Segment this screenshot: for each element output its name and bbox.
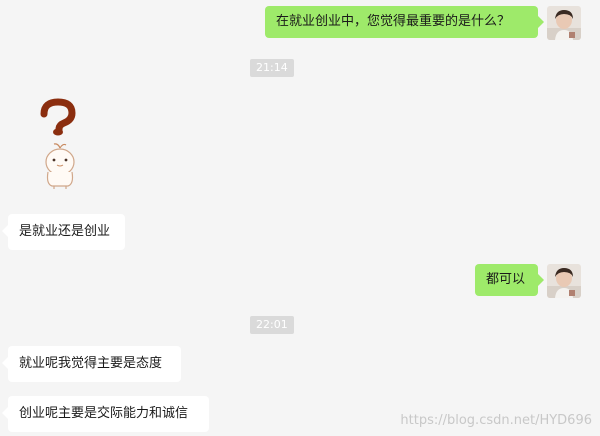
message-text: 都可以 — [486, 272, 526, 287]
timestamp-badge: 21:14 — [250, 59, 294, 77]
my-message-bubble[interactable]: 在就业创业中，您觉得最重要的是什么？ — [265, 6, 544, 38]
user-avatar-icon — [547, 264, 581, 298]
message-text: 创业呢主要是交际能力和诚信 — [19, 406, 189, 421]
chat-area: 在就业创业中，您觉得最重要的是什么？ 21:14 是就业还是创业 都可以 22:… — [0, 0, 600, 436]
their-message-bubble[interactable]: 创业呢主要是交际能力和诚信 — [2, 396, 209, 432]
their-message-bubble[interactable]: 就业呢我觉得主要是态度 — [2, 346, 181, 382]
watermark: https://blog.csdn.net/HYD696 — [400, 413, 592, 428]
timestamp-text: 21:14 — [256, 61, 288, 74]
user-avatar-icon — [547, 6, 581, 40]
question-mark-sticker[interactable] — [28, 96, 98, 192]
question-sticker-icon — [40, 98, 76, 189]
message-text: 就业呢我觉得主要是态度 — [19, 356, 163, 371]
avatar[interactable] — [547, 264, 581, 298]
their-message-bubble[interactable]: 是就业还是创业 — [2, 214, 125, 250]
avatar[interactable] — [547, 6, 581, 40]
timestamp-text: 22:01 — [256, 318, 288, 331]
timestamp-badge: 22:01 — [250, 316, 294, 334]
my-message-bubble[interactable]: 都可以 — [475, 264, 544, 296]
message-text: 在就业创业中，您觉得最重要的是什么？ — [276, 14, 511, 29]
message-text: 是就业还是创业 — [19, 224, 111, 239]
